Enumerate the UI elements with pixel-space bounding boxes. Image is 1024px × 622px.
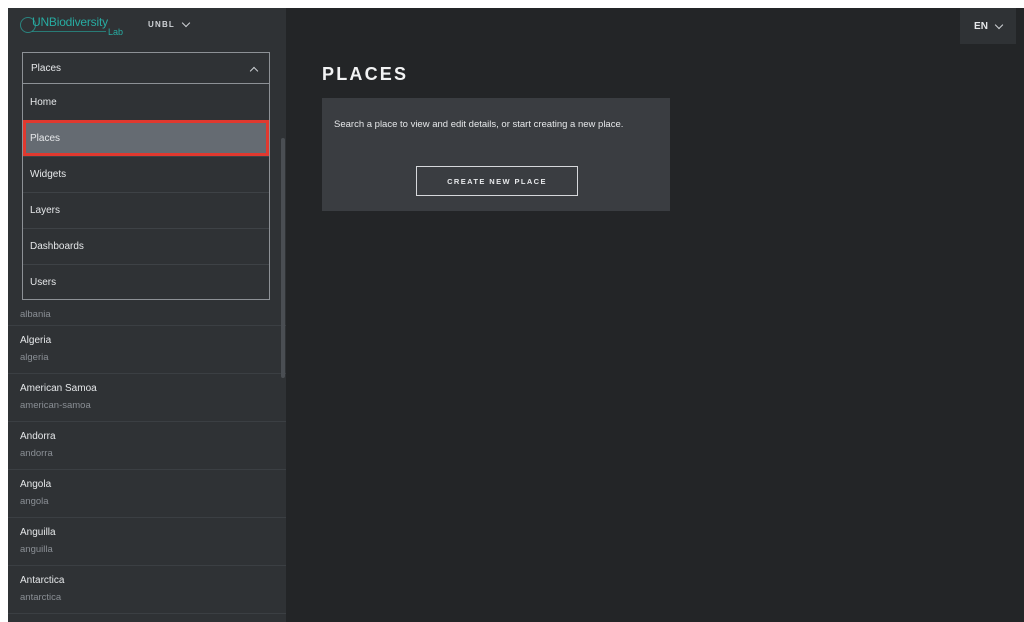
place-name: American Samoa [20, 383, 97, 394]
section-dropdown-menu: Home Places Widgets Layers Dashboards Us… [22, 84, 270, 300]
place-slug: anguilla [20, 544, 53, 555]
section-select-value: Places [31, 63, 62, 74]
menu-item-dashboards[interactable]: Dashboards [23, 228, 269, 264]
chevron-up-icon [249, 66, 259, 76]
place-name: Angola [20, 479, 52, 490]
logo-underline [32, 31, 106, 32]
section-select[interactable]: Places [22, 52, 270, 84]
intro-card: Search a place to view and edit details,… [322, 98, 670, 211]
menu-item-label: Widgets [30, 169, 67, 180]
menu-item-label: Home [30, 96, 57, 108]
place-name: Antarctica [20, 575, 65, 586]
place-slug: andorra [20, 448, 53, 459]
menu-item-home[interactable]: Home [23, 84, 269, 120]
place-name: Algeria [20, 335, 52, 346]
places-list: albania Algeria algeria American Samoa a… [8, 300, 286, 614]
language-label: EN [974, 20, 988, 32]
menu-item-label: Layers [30, 205, 61, 216]
menu-item-places[interactable]: Places [23, 120, 269, 156]
logo-text: UNBiodiversity [32, 15, 108, 29]
list-item[interactable]: Antarctica antarctica [8, 566, 286, 614]
site-selector-label: UNBL [148, 20, 176, 29]
site-selector[interactable]: UNBL [148, 18, 191, 29]
menu-item-layers[interactable]: Layers [23, 192, 269, 228]
sidebar: UNBiodiversity Lab UNBL Places Home Plac… [8, 8, 286, 622]
menu-item-label: Users [30, 277, 57, 288]
list-item[interactable]: Algeria algeria [8, 326, 286, 374]
place-slug: algeria [20, 352, 49, 363]
place-slug: antarctica [20, 592, 62, 603]
chevron-down-icon [181, 18, 191, 28]
app-window: UNBiodiversity Lab UNBL Places Home Plac… [8, 8, 1024, 622]
logo-sub: Lab [108, 27, 124, 37]
place-slug: albania [20, 309, 51, 320]
place-name: Andorra [20, 431, 56, 442]
main-content: EN PLACES Search a place to view and edi… [286, 8, 1024, 622]
language-selector[interactable]: EN [960, 8, 1016, 44]
place-slug: angola [20, 496, 49, 507]
menu-item-widgets[interactable]: Widgets [23, 156, 269, 192]
page-title: PLACES [322, 64, 409, 84]
menu-item-label: Places [30, 133, 61, 144]
list-item[interactable]: Anguilla anguilla [8, 518, 286, 566]
list-item[interactable]: American Samoa american-samoa [8, 374, 286, 422]
menu-item-label: Dashboards [30, 241, 84, 252]
list-item[interactable]: Angola angola [8, 470, 286, 518]
chevron-down-icon [994, 20, 1004, 29]
list-item[interactable]: albania [8, 300, 286, 326]
list-item[interactable]: Andorra andorra [8, 422, 286, 470]
place-name: Anguilla [20, 527, 56, 538]
create-new-place-button[interactable]: CREATE NEW PLACE [416, 166, 578, 196]
intro-text: Search a place to view and edit details,… [334, 119, 624, 130]
menu-item-users[interactable]: Users [23, 264, 269, 300]
sidebar-header: UNBiodiversity Lab UNBL [8, 8, 286, 44]
place-slug: american-samoa [20, 400, 91, 411]
sidebar-scrollbar[interactable] [281, 138, 285, 378]
unbl-logo[interactable]: UNBiodiversity Lab [20, 13, 130, 39]
